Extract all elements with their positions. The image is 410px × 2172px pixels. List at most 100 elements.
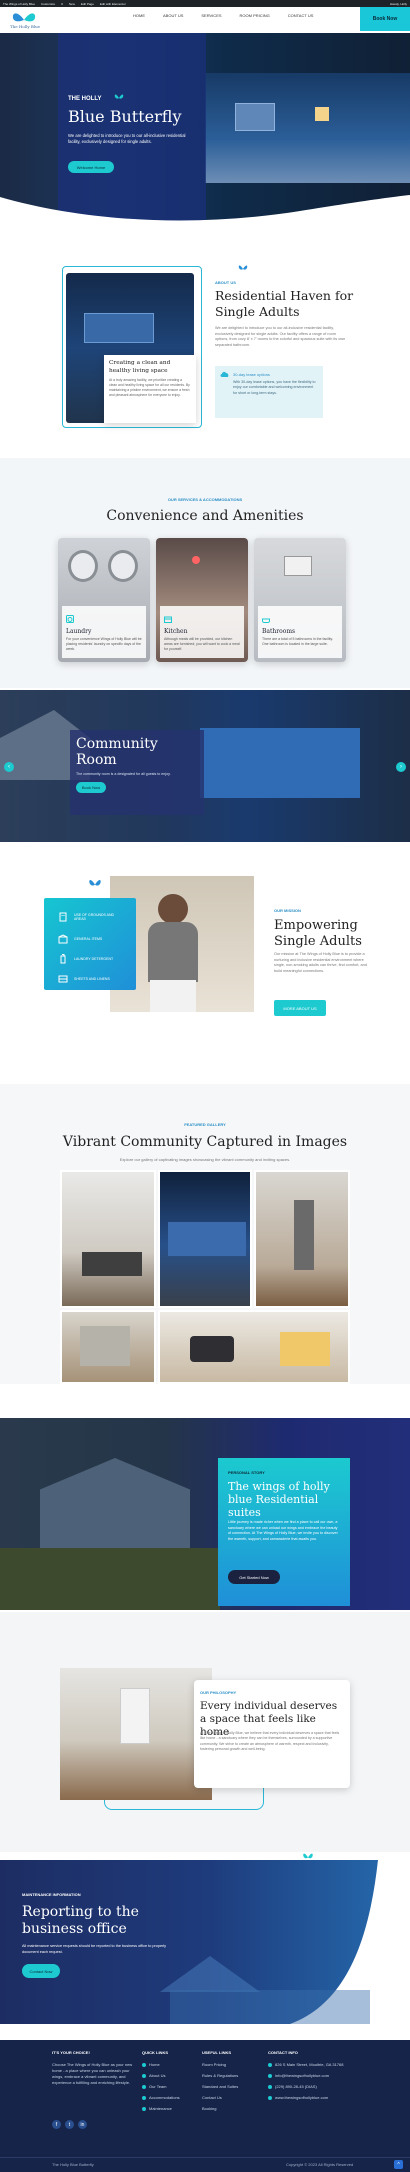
footer-link[interactable]: Booking: [202, 2106, 262, 2111]
footer-heading: QUICK LINKS: [142, 2050, 168, 2055]
slider-prev-icon[interactable]: ‹: [4, 762, 14, 772]
footer-contact-item: 826 S Main Street, Moultrie, GA 31768: [268, 2062, 358, 2067]
linkedin-icon[interactable]: in: [78, 2120, 87, 2129]
nav-contact[interactable]: CONTACT US: [279, 13, 323, 18]
footer-copyright-left: The Holly Blue Butterfly: [52, 2162, 94, 2167]
gallery-image[interactable]: [60, 1170, 156, 1308]
nav-pricing[interactable]: ROOM PRICING: [231, 13, 279, 18]
cloud-icon: [220, 371, 229, 377]
footer-heading: IT'S YOUR CHOICE!: [52, 2050, 90, 2055]
footer-contact-item[interactable]: info@thewingsofhollyblue.com: [268, 2073, 358, 2078]
admin-item[interactable]: Edit Page: [81, 2, 94, 6]
gallery-image[interactable]: [158, 1170, 252, 1308]
bullet-icon: [142, 2106, 146, 2111]
scroll-top-icon[interactable]: ^: [394, 2160, 403, 2169]
book-now-button[interactable]: Book Now: [360, 7, 410, 31]
footer-link[interactable]: Accommodations: [142, 2095, 192, 2100]
footer-about-text: Choose The Wings of Holly Blue as your n…: [52, 2062, 133, 2085]
philosophy-photo: [60, 1668, 212, 1800]
mission-title: Empowering Single Adults: [274, 918, 362, 949]
nav-about[interactable]: ABOUT US: [154, 13, 192, 18]
admin-user[interactable]: Howdy, Holly: [390, 2, 407, 6]
admin-item[interactable]: Edit with Elementor: [100, 2, 126, 6]
footer-link[interactable]: Home: [142, 2062, 192, 2067]
gallery-image[interactable]: [158, 1310, 350, 1384]
community-title: Community Room: [76, 736, 158, 769]
facebook-icon[interactable]: f: [52, 2120, 61, 2129]
contact-now-button[interactable]: Contact Now: [22, 1964, 60, 1978]
hero-title: Blue Butterfly: [68, 107, 182, 126]
admin-item[interactable]: The Wings of Holly Blue: [3, 2, 35, 6]
gallery-subtitle: Explore our gallery of captivating image…: [119, 1157, 291, 1162]
footer-link[interactable]: About Us: [142, 2073, 192, 2078]
gallery-image[interactable]: [254, 1170, 350, 1308]
story-tag: PERSONAL STORY: [228, 1470, 265, 1475]
more-about-button[interactable]: MORE ABOUT US: [274, 1000, 326, 1016]
footer-useful-links: USEFUL LINKS Room Pricing Rules & Regula…: [202, 2050, 262, 2117]
building-icon: [59, 912, 67, 922]
site-header: [0, 7, 410, 33]
lease-note-title: 30-day lease options: [233, 372, 270, 377]
main-nav: HOME ABOUT US SERVICES ROOM PRICING CONT…: [124, 13, 322, 18]
butterfly-icon: [89, 880, 101, 886]
gallery-image[interactable]: [60, 1310, 156, 1384]
bathtub-icon: [262, 618, 270, 623]
get-started-button[interactable]: Get Started Now: [228, 1570, 280, 1584]
email-icon: [268, 2073, 272, 2078]
butterfly-icon: [238, 265, 248, 270]
location-icon: [268, 2062, 272, 2067]
bullet-icon: [142, 2073, 146, 2078]
gallery-tag: FEATURED GALLERY: [184, 1122, 226, 1127]
philosophy-body: At The Wings of Holly Blue, we believe t…: [200, 1731, 340, 1752]
box-icon: [58, 934, 68, 944]
butterfly-icon: [114, 94, 124, 99]
site-logo[interactable]: The Holly Blue: [6, 9, 42, 31]
maintenance-section: MAINTENANCE INFORMATION Reporting to the…: [0, 1852, 410, 2040]
footer-link[interactable]: Our Team: [142, 2084, 192, 2089]
welcome-home-button[interactable]: Welcome Home: [68, 161, 114, 173]
footer-link[interactable]: Room Pricing: [202, 2062, 262, 2067]
logo-text: The Holly Blue: [10, 24, 41, 29]
kitchen-icon: [164, 616, 172, 623]
amenity-title: Bathrooms: [262, 628, 296, 635]
footer-contact-item[interactable]: www.thewingsofhollyblue.com: [268, 2095, 358, 2100]
footer-contact: CONTACT INFO 826 S Main Street, Moultrie…: [268, 2050, 358, 2106]
amenity-title: Laundry: [66, 628, 92, 635]
footer-link[interactable]: Standard and Suites: [202, 2084, 262, 2089]
admin-item[interactable]: 0: [61, 2, 63, 6]
butterfly-icon: [303, 1853, 313, 1859]
maintenance-title: Reporting to the business office: [22, 1904, 139, 1937]
footer-heading: USEFUL LINKS: [202, 2050, 232, 2055]
lease-note: 30-day lease options With 30-day lease o…: [215, 366, 323, 418]
bullet-icon: [142, 2062, 146, 2067]
footer-heading: CONTACT INFO: [268, 2050, 298, 2055]
washer-icon: [66, 615, 74, 623]
footer-link[interactable]: Rules & Regulations: [202, 2073, 262, 2078]
footer-social: f t in: [52, 2120, 87, 2129]
amenity-card-laundry[interactable]: Laundry For your convenience Wings of Ho…: [58, 538, 150, 662]
feature-item: LAUNDRY DETERGENT: [58, 954, 116, 964]
maintenance-body: All maintenance service requests should …: [22, 1944, 167, 1954]
nav-home[interactable]: HOME: [124, 13, 154, 18]
footer-contact-item[interactable]: (229) 890-28-45 (DIAS): [268, 2084, 358, 2089]
amenity-card-kitchen[interactable]: Kitchen Although meals will be provided,…: [156, 538, 248, 662]
about-card-title: Creating a clean and healthy living spac…: [109, 360, 171, 374]
slider-next-icon[interactable]: ›: [396, 762, 406, 772]
mission-body: Our mission at The Wings of Holly Blue i…: [274, 952, 367, 974]
twitter-icon[interactable]: t: [65, 2120, 74, 2129]
amenity-card-bathrooms[interactable]: Bathrooms There are a total of 5 bathroo…: [254, 538, 346, 662]
footer-link[interactable]: Maintenance: [142, 2106, 192, 2111]
admin-item[interactable]: New: [69, 2, 75, 6]
feature-item: USE OF GROUNDS AND AREAS: [58, 912, 116, 922]
admin-item[interactable]: Customize: [41, 2, 55, 6]
feature-item: GENERAL ITEMS: [58, 934, 116, 944]
nav-services[interactable]: SERVICES: [192, 13, 230, 18]
bullet-icon: [142, 2084, 146, 2089]
about-tag: ABOUT US: [215, 280, 236, 285]
globe-icon: [268, 2095, 272, 2100]
mission-features: USE OF GROUNDS AND AREAS GENERAL ITEMS L…: [44, 898, 136, 990]
footer-link[interactable]: Contact Us: [202, 2095, 262, 2100]
footer-copyright-right: Copyright © 2023 All Rights Reserved: [286, 2162, 354, 2167]
community-book-button[interactable]: Book Now: [76, 782, 106, 793]
services-title: Convenience and Amenities: [106, 508, 304, 524]
